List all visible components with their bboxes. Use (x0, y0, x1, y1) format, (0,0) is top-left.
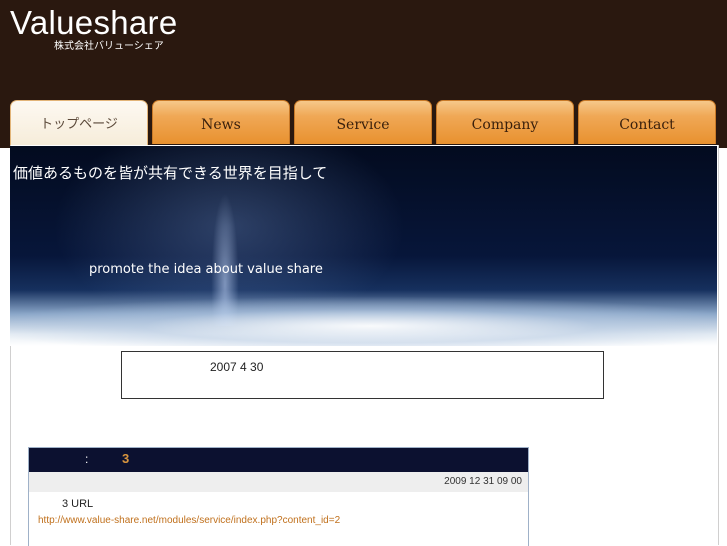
notice-box: 2007 4 30 (121, 351, 604, 399)
news-header: : 3 (29, 448, 528, 472)
hero-banner: 価値あるものを皆が共有できる世界を目指して promote the idea a… (10, 146, 717, 346)
tab-service[interactable]: Service (294, 100, 432, 144)
news-item: : 3 2009 12 31 09 00 3 URL http://www.va… (28, 447, 529, 546)
banner-title: 価値あるものを皆が共有できる世界を目指して (13, 164, 328, 182)
news-body-text: 3 URL (62, 498, 94, 510)
tab-news[interactable]: News (152, 100, 290, 144)
news-meta-bar: 2009 12 31 09 00 (29, 472, 528, 492)
tab-company[interactable]: Company (436, 100, 574, 144)
notice-date: 2007 4 30 (210, 360, 264, 374)
main-nav: トップページ News Service Company Contact (10, 100, 718, 146)
site-logo[interactable]: Valueshare (10, 4, 178, 42)
news-url-link[interactable]: http://www.value-share.net/modules/servi… (38, 515, 340, 526)
tab-top-page[interactable]: トップページ (10, 100, 148, 146)
news-datetime: 2009 12 31 09 00 (444, 476, 522, 487)
company-name: 株式会社バリューシェア (54, 41, 164, 52)
tab-contact[interactable]: Contact (578, 100, 716, 144)
news-header-colon: : (85, 452, 89, 466)
banner-tagline: promote the idea about value share (89, 262, 323, 277)
news-count: 3 (122, 451, 130, 466)
horizon-glow-decoration (10, 296, 717, 346)
